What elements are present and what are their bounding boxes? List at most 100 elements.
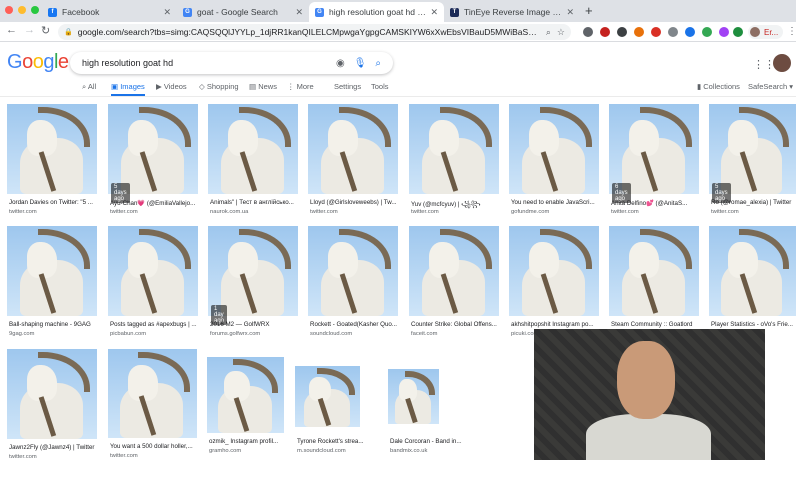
result-source[interactable]: twitter.com [411, 209, 439, 215]
result-source[interactable]: twitter.com [9, 209, 37, 215]
profile-button[interactable]: Er... [748, 25, 784, 39]
close-icon[interactable]: ✕ [566, 7, 574, 18]
extension-icon[interactable] [651, 27, 661, 37]
close-icon[interactable]: ✕ [163, 7, 171, 18]
result-thumbnail[interactable] [108, 226, 198, 316]
result-thumbnail[interactable] [208, 226, 298, 316]
result-caption[interactable]: Anita Delfino💕 (@AnitaS... [611, 199, 699, 207]
result-caption[interactable]: ozmik_ Instagram profil... [209, 438, 297, 445]
result-caption[interactable]: Jawnz2Fly (@Jawnz4) | Twitter [9, 444, 97, 451]
close-window-button[interactable] [5, 6, 13, 14]
result-thumbnail[interactable] [509, 226, 599, 316]
tab-images[interactable]: ▣ Images [111, 82, 145, 91]
result-thumbnail[interactable] [409, 226, 499, 316]
result-caption[interactable]: Dale Corcoran - Band in... [390, 438, 478, 445]
result-source[interactable]: forums.golfwrx.com [210, 331, 260, 337]
result-thumbnail[interactable] [609, 226, 699, 316]
extension-icon[interactable] [583, 27, 593, 37]
result-source[interactable]: gramho.com [209, 448, 241, 454]
result-thumbnail[interactable] [295, 366, 360, 427]
result-caption[interactable]: Jordan Davies on Twitter: "5 ... [9, 199, 97, 206]
tools-link[interactable]: Tools [371, 82, 389, 91]
reload-icon[interactable]: ↻ [41, 24, 50, 37]
result-thumbnail[interactable] [709, 104, 796, 194]
result-source[interactable]: naurok.com.ua [210, 209, 248, 215]
result-thumbnail[interactable] [308, 104, 398, 194]
result-thumbnail[interactable] [509, 104, 599, 194]
browser-tab-facebook[interactable]: f Facebook ✕ [42, 2, 177, 22]
result-thumbnail[interactable] [308, 226, 398, 316]
result-source[interactable]: twitter.com [310, 209, 338, 215]
result-thumbnail[interactable] [7, 104, 97, 194]
result-thumbnail[interactable] [108, 104, 198, 194]
settings-link[interactable]: Settings [334, 82, 361, 91]
result-caption[interactable]: Posts tagged as #apexbugs | ... [110, 321, 198, 328]
bookmark-star-icon[interactable]: ☆ [557, 27, 565, 38]
result-caption[interactable]: Ayu-Chan💗 (@EmiliaVallejo... [110, 199, 198, 207]
extension-icon[interactable] [702, 27, 712, 37]
result-caption[interactable]: Ro (@romae_alexia) | Twitter [711, 199, 796, 206]
result-source[interactable]: picbabun.com [110, 331, 146, 337]
result-source[interactable]: twitter.com [9, 454, 37, 460]
tab-shopping[interactable]: ◇ Shopping [199, 82, 239, 91]
extension-icon[interactable] [600, 27, 610, 37]
result-caption[interactable]: Ball-shaping machine - 9GAG [9, 321, 97, 328]
result-source[interactable]: twitter.com [711, 209, 739, 215]
result-caption[interactable]: Lloyd (@Girlsloveweebs) | Tw... [310, 199, 398, 206]
result-thumbnail[interactable] [108, 349, 197, 438]
browser-tab-active[interactable]: G high resolution goat hd - Goog ✕ [309, 2, 444, 22]
result-thumbnail[interactable] [7, 226, 97, 316]
extension-icon[interactable] [634, 27, 644, 37]
search-icon[interactable]: ⌕ [546, 27, 551, 38]
result-source[interactable]: bandmix.co.uk [390, 448, 427, 454]
microphone-icon[interactable]: 🎙 [354, 58, 367, 69]
result-caption[interactable]: Animals" | Тест в англійсько... [210, 199, 298, 206]
result-source[interactable]: twitter.com [110, 209, 138, 215]
browser-tab-tineye[interactable]: T TinEye Reverse Image Search ✕ [444, 2, 580, 22]
account-avatar[interactable] [773, 54, 791, 72]
search-input[interactable]: high resolution goat hd ◉ 🎙 ⌕ [70, 52, 393, 74]
menu-kebab-icon[interactable]: ⋮ [787, 26, 796, 37]
browser-tab-goat-search[interactable]: G goat - Google Search ✕ [177, 2, 309, 22]
forward-arrow-icon[interactable]: → [24, 24, 35, 36]
result-thumbnail[interactable] [388, 369, 439, 424]
extension-icon[interactable] [685, 27, 695, 37]
extension-icon[interactable] [668, 27, 678, 37]
maximize-window-button[interactable] [31, 6, 39, 14]
extension-icon[interactable] [733, 27, 743, 37]
result-caption[interactable]: You want a 500 dollar holler,... [110, 443, 198, 450]
collections-link[interactable]: ▮ Collections [697, 82, 740, 91]
result-source[interactable]: faceit.com [411, 331, 437, 337]
safesearch-menu[interactable]: SafeSearch ▾ [748, 82, 793, 91]
camera-icon[interactable]: ◉ [336, 58, 345, 69]
new-tab-button[interactable]: + [585, 3, 593, 18]
result-thumbnail[interactable] [7, 349, 97, 439]
result-caption[interactable]: Tyrone Rockett's strea... [297, 438, 385, 445]
result-thumbnail[interactable] [609, 104, 699, 194]
result-thumbnail[interactable] [208, 104, 298, 194]
extension-icon[interactable] [617, 27, 627, 37]
result-source[interactable]: m.soundcloud.com [297, 448, 346, 454]
tab-all[interactable]: ⌕ All [82, 82, 96, 92]
result-caption[interactable]: Rockett - Goated(Kasher Quo... [310, 321, 398, 328]
close-icon[interactable]: ✕ [295, 7, 303, 18]
tab-more[interactable]: ⋮ More [287, 82, 314, 91]
back-arrow-icon[interactable]: ← [6, 24, 17, 36]
result-thumbnail[interactable] [207, 357, 284, 433]
tab-videos[interactable]: ▶ Videos [156, 82, 187, 91]
result-source[interactable]: 9gag.com [9, 331, 34, 337]
address-bar[interactable]: 🔒 google.com/search?tbs=simg:CAQSQQlJYYL… [58, 24, 571, 40]
result-thumbnail[interactable] [709, 226, 796, 316]
result-source[interactable]: soundcloud.com [310, 331, 352, 337]
extension-icon[interactable] [719, 27, 729, 37]
tab-news[interactable]: ▤ News [249, 82, 277, 91]
result-caption[interactable]: You need to enable JavaScri... [511, 199, 599, 206]
minimize-window-button[interactable] [18, 6, 26, 14]
search-icon[interactable]: ⌕ [375, 58, 381, 69]
close-icon[interactable]: ✕ [430, 7, 438, 18]
result-caption[interactable]: 2016 M2 — GolfWRX [210, 321, 298, 328]
result-source[interactable]: twitter.com [110, 453, 138, 459]
result-caption[interactable]: Steam Community :: Goatlord [611, 321, 699, 328]
result-source[interactable]: gofundme.com [511, 209, 549, 215]
result-caption[interactable]: Counter Strike: Global Offens... [411, 321, 499, 328]
